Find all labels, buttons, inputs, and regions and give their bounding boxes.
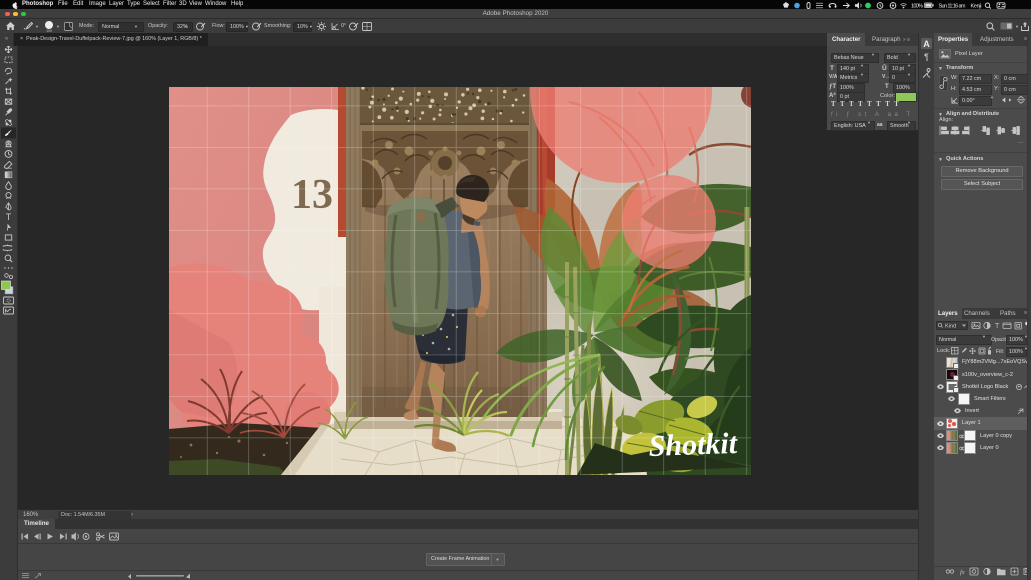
svg-text:T: T xyxy=(995,323,1000,330)
svg-text:A: A xyxy=(923,39,930,49)
svg-text:T: T xyxy=(6,212,12,222)
svg-text:Kenji: Kenji xyxy=(971,3,982,8)
svg-text:Sun 11:16 am: Sun 11:16 am xyxy=(939,3,966,8)
svg-text:Shotkit: Shotkit xyxy=(648,427,739,463)
svg-text:fx: fx xyxy=(960,569,965,576)
svg-text:100%: 100% xyxy=(911,3,923,8)
svg-text:Kind: Kind xyxy=(945,324,956,330)
svg-text:13: 13 xyxy=(291,172,333,218)
